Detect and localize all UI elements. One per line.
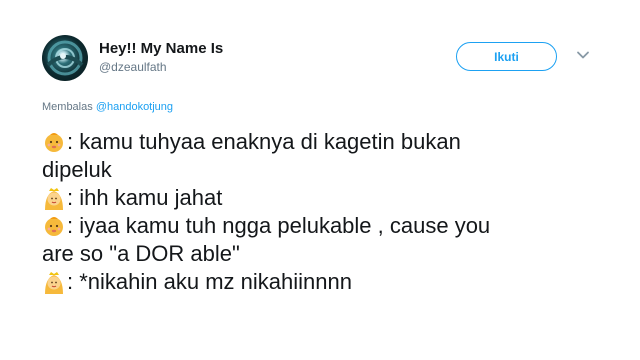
tweet-line: : kamu tuhyaa enaknya di kagetin bukan: [42, 128, 612, 156]
princess-emoji-icon: [42, 270, 66, 294]
baby-face-emoji-icon: [42, 130, 66, 154]
tweet-line-text: : iyaa kamu tuh ngga pelukable , cause y…: [67, 213, 491, 238]
follow-button[interactable]: Ikuti: [456, 42, 557, 71]
display-name[interactable]: Hey!! My Name Is: [99, 40, 223, 57]
avatar-image: [46, 40, 84, 76]
user-handle[interactable]: @dzeaulfath: [99, 60, 167, 74]
tweet-text: : kamu tuhyaa enaknya di kagetin bukan di…: [42, 128, 612, 296]
tweet-line: : iyaa kamu tuh ngga pelukable , cause y…: [42, 212, 612, 240]
tweet-line-text: : ihh kamu jahat: [67, 185, 223, 210]
tweet-line-text: : *nikahin aku mz nikahiinnnn: [67, 269, 352, 294]
tweet-line-text: : kamu tuhyaa enaknya di kagetin bukan: [67, 129, 461, 154]
tweet-line: dipeluk: [42, 156, 612, 184]
reply-prefix: Membalas: [42, 101, 93, 113]
princess-emoji-icon: [42, 186, 66, 210]
chevron-down-icon[interactable]: [576, 48, 590, 62]
baby-face-emoji-icon: [42, 214, 66, 238]
tweet-line: : *nikahin aku mz nikahiinnnn: [42, 268, 612, 296]
tweet-line-text: are so "a DOR able": [42, 241, 240, 266]
tweet-line: are so "a DOR able": [42, 240, 612, 268]
reply-context: Membalas @handokotjung: [42, 101, 173, 113]
reply-mention-link[interactable]: @handokotjung: [96, 101, 173, 113]
tweet-line: : ihh kamu jahat: [42, 184, 612, 212]
tweet-line-text: dipeluk: [42, 157, 112, 182]
avatar[interactable]: [42, 35, 88, 81]
